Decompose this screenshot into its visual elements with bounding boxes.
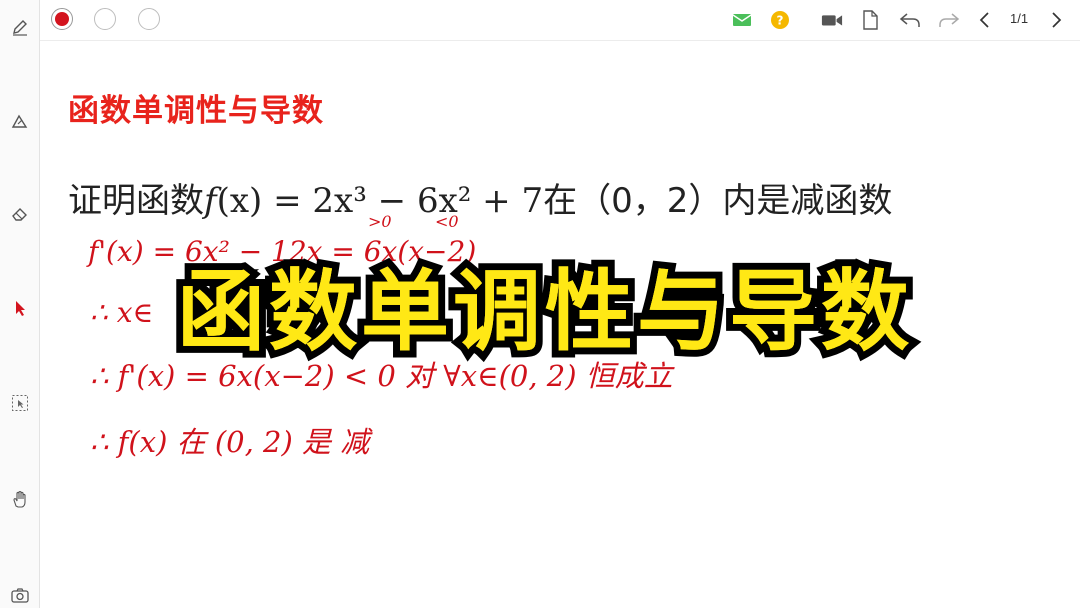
overlay-banner: 函数单调性与导数 函数单调性与导数 — [170, 241, 920, 370]
handwriting-line-2: ∴ x∈ — [90, 296, 154, 329]
problem-prefix: 证明函数 — [68, 181, 204, 221]
eraser-icon[interactable] — [7, 201, 33, 227]
help-icon[interactable]: ? — [769, 9, 791, 31]
handwriting-line-4: ∴ f(x) 在 (0, 2) 是 减 — [90, 425, 370, 459]
pointer-icon[interactable] — [7, 295, 33, 321]
select-icon[interactable] — [7, 390, 33, 416]
page-indicator: 1/1 — [1010, 11, 1029, 26]
tool-sidebar — [0, 0, 40, 608]
color-red-swatch[interactable] — [51, 8, 73, 30]
next-page-icon[interactable] — [1045, 9, 1067, 31]
svg-text:?: ? — [777, 14, 784, 28]
document-icon[interactable] — [859, 9, 881, 31]
pen-icon[interactable] — [7, 14, 33, 40]
problem-statement: 证明函数f(x) = 2x³ − 6x² + 7在（0，2）内是减函数 — [68, 173, 892, 222]
problem-function-name: f — [204, 181, 217, 221]
prev-page-icon[interactable] — [974, 9, 996, 31]
camera-icon[interactable] — [7, 582, 33, 608]
problem-suffix: 在（0，2）内是减函数 — [543, 181, 893, 221]
overlay-title: 函数单调性与导数 — [176, 260, 913, 363]
annotation-positive: >0 — [368, 212, 392, 231]
mail-icon[interactable] — [731, 9, 753, 31]
hand-icon[interactable] — [7, 486, 33, 512]
video-icon[interactable] — [821, 9, 843, 31]
undo-icon[interactable] — [899, 9, 921, 31]
top-toolbar: ? 1/1 — [40, 0, 1080, 41]
color-white-swatch-2[interactable] — [138, 8, 160, 30]
annotation-negative: <0 — [435, 212, 459, 231]
redo-icon[interactable] — [938, 9, 960, 31]
color-white-swatch-1[interactable] — [94, 8, 116, 30]
document-title: 函数单调性与导数 — [68, 93, 324, 129]
highlighter-icon[interactable] — [7, 108, 33, 134]
color-red-fill — [55, 12, 69, 26]
